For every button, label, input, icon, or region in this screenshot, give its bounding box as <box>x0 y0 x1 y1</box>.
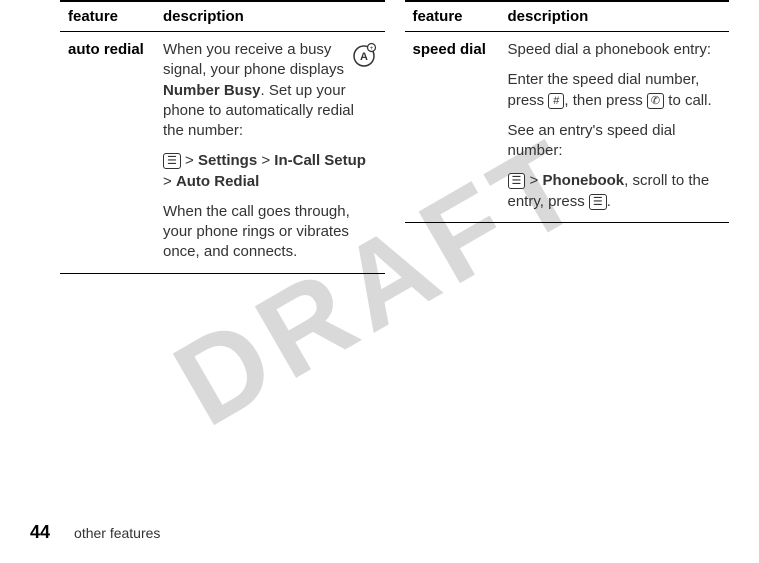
send-key-icon: ✆ <box>647 93 664 109</box>
table-row: auto redial A + When you receive a busy <box>60 32 385 274</box>
menu-key-icon: ☰ <box>508 173 526 189</box>
menu-key-icon: ☰ <box>589 194 607 210</box>
hash-key-icon: # <box>548 93 564 109</box>
speed-dial-p4c: . <box>607 193 611 210</box>
speed-dial-p1: Speed dial a phonebook entry: <box>508 40 722 60</box>
page-number: 44 <box>30 522 50 543</box>
speed-dial-p2b: , then press <box>564 92 647 109</box>
auto-redial-feature: auto redial <box>60 32 155 274</box>
nav-sep2: > <box>257 152 274 169</box>
speed-dial-p2c: to call. <box>664 92 712 109</box>
speed-dial-feature: speed dial <box>405 32 500 223</box>
speed-dial-description: Speed dial a phonebook entry: Enter the … <box>500 32 730 223</box>
auto-redial-p1a: When you receive a busy signal, your pho… <box>163 41 344 78</box>
left-header-feature: feature <box>60 1 155 32</box>
speed-dial-p4-sep1: > <box>525 172 542 189</box>
auto-redial-p3: When the call goes through, your phone r… <box>163 202 377 263</box>
svg-text:+: + <box>369 46 373 52</box>
nav-sep3: > <box>163 173 176 190</box>
phonebook-term: Phonebook <box>542 172 624 189</box>
left-table: feature description auto redial A + <box>60 0 385 274</box>
nav-settings: Settings <box>198 152 257 169</box>
nav-autoredial: Auto Redial <box>176 173 259 190</box>
right-table: feature description speed dial Speed dia… <box>405 0 730 223</box>
speed-dial-p3: See an entry's speed dial number: <box>508 121 722 162</box>
right-header-description: description <box>500 1 730 32</box>
svg-text:A: A <box>360 51 368 63</box>
left-column: feature description auto redial A + <box>60 0 385 274</box>
auto-redial-description: A + When you receive a busy signal, your… <box>155 32 385 274</box>
footer-section: other features <box>74 525 160 541</box>
table-row: speed dial Speed dial a phonebook entry:… <box>405 32 730 223</box>
content-columns: feature description auto redial A + <box>0 0 759 274</box>
right-column: feature description speed dial Speed dia… <box>405 0 730 274</box>
page-footer: 44 other features <box>30 522 160 543</box>
menu-key-icon: ☰ <box>163 153 181 169</box>
feature-badge-icon: A + <box>351 42 377 68</box>
number-busy-term: Number Busy <box>163 82 261 99</box>
right-header-feature: feature <box>405 1 500 32</box>
left-header-description: description <box>155 1 385 32</box>
nav-incall: In-Call Setup <box>274 152 366 169</box>
nav-sep1: > <box>181 152 198 169</box>
